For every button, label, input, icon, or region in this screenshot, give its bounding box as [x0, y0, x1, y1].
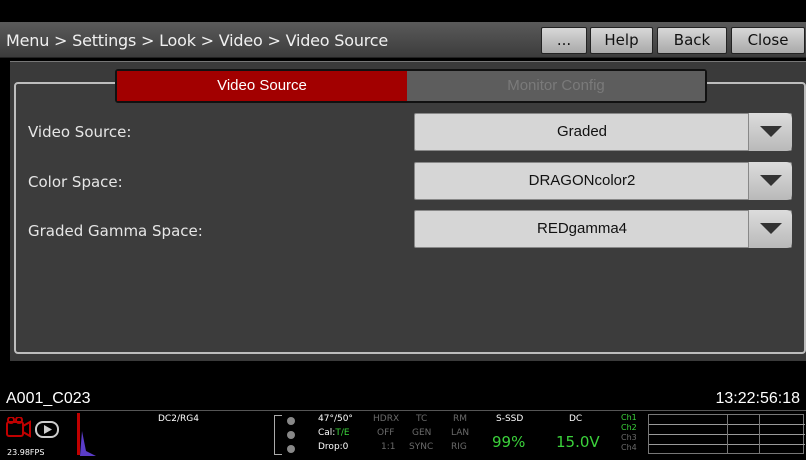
audio-channel-1: Ch1 [621, 413, 637, 422]
tab-monitor-config[interactable]: Monitor Config [407, 71, 705, 101]
lan-label: LAN [451, 428, 470, 438]
hdrx-label: HDRX [373, 414, 400, 424]
help-button[interactable]: Help [590, 27, 653, 54]
hdrx-value: OFF [377, 428, 395, 438]
status-bar: 23.98FPS DC2/RG4 47°/50° Cal:T/E Drop:0 … [0, 410, 806, 460]
clip-name: A001_C023 [6, 390, 91, 407]
histogram-icon [80, 431, 96, 456]
clip-info-bar: A001_C023 13:22:56:18 [0, 386, 806, 410]
media-label: S-SSD [496, 414, 524, 424]
meter-tick [727, 415, 728, 453]
chevron-down-icon [760, 223, 782, 234]
timecode: 13:22:56:18 [715, 390, 800, 407]
title-bar: Menu > Settings > Look > Video > Video S… [0, 22, 806, 58]
chevron-down-icon [760, 175, 782, 186]
graded-gamma-space-dropdown[interactable]: REDgamma4 [414, 210, 792, 248]
video-source-dropdown[interactable]: Graded [414, 113, 792, 151]
audio-channel-3: Ch3 [621, 433, 637, 442]
tc-sync: SYNC [409, 442, 434, 452]
breadcrumb: Menu > Settings > Look > Video > Video S… [6, 31, 389, 50]
video-source-dropdown-arrow[interactable] [748, 113, 792, 151]
video-source-label: Video Source: [28, 123, 132, 141]
status-dot [287, 431, 295, 439]
color-space-value: DRAGONcolor2 [528, 172, 636, 189]
tc-gen: GEN [412, 428, 432, 438]
fps-readout: 23.98FPS [7, 448, 45, 457]
meter-tick [759, 415, 760, 453]
status-dot [287, 417, 295, 425]
audio-channel-4: Ch4 [621, 443, 637, 452]
chevron-down-icon [760, 126, 782, 137]
tab-video-source[interactable]: Video Source [117, 71, 407, 101]
power-voltage: 15.0V [556, 433, 600, 451]
color-space-dropdown[interactable]: DRAGONcolor2 [414, 162, 792, 200]
ratio-value: 1:1 [381, 442, 396, 452]
tab-bar: Video Source Monitor Config [115, 69, 707, 103]
tc-label: TC [416, 414, 428, 424]
graded-gamma-space-label: Graded Gamma Space: [28, 222, 203, 240]
bracket [274, 415, 282, 455]
color-space-dropdown-arrow[interactable] [748, 162, 792, 200]
video-source-value: Graded [556, 123, 608, 140]
close-button[interactable]: Close [731, 27, 805, 54]
back-button[interactable]: Back [657, 27, 727, 54]
calibration-value: T/E [335, 428, 350, 438]
power-label: DC [569, 414, 583, 424]
record-camera-icon [6, 417, 59, 438]
more-button[interactable]: ... [541, 27, 587, 54]
rig-label: RIG [451, 442, 467, 452]
audio-channel-2: Ch2 [621, 423, 637, 432]
graded-gamma-space-value: REDgamma4 [536, 220, 628, 237]
audio-meters [648, 414, 805, 454]
calibration-label: Cal: [318, 428, 336, 438]
sensor-temperature: 47°/50° [318, 414, 353, 424]
color-space-label: Color Space: [28, 173, 123, 191]
calibration-status: Cal:T/E [318, 428, 350, 438]
rm-label: RM [453, 414, 468, 424]
status-dot [287, 445, 295, 453]
graded-gamma-space-dropdown-arrow[interactable] [748, 210, 792, 248]
look-readout: DC2/RG4 [158, 414, 199, 424]
media-remaining: 99% [492, 433, 526, 451]
dropped-frames: Drop:0 [318, 442, 349, 452]
